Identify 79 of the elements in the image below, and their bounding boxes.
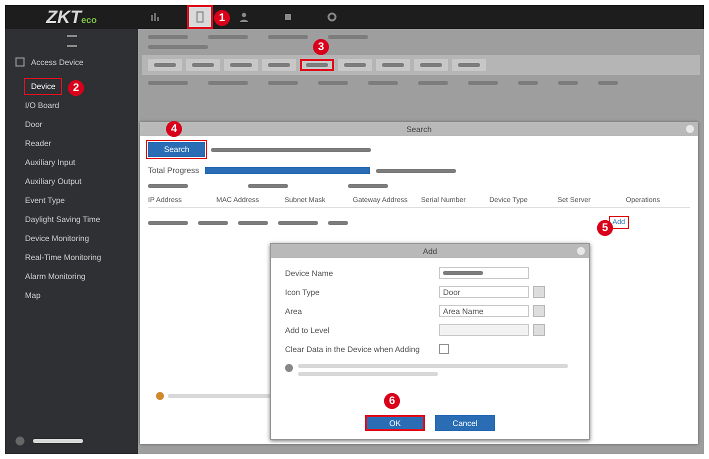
dropdown-icon[interactable] [533,286,545,298]
sidebar-section[interactable]: Access Device [31,58,84,66]
checkbox[interactable] [439,344,449,354]
search-button[interactable]: Search [148,142,206,157]
toolbar-button[interactable] [262,59,296,71]
sidebar-item[interactable]: Map [5,288,138,303]
people-icon [238,11,250,23]
dropdown-icon[interactable] [533,305,545,317]
blurred-text [418,81,448,85]
toolbar-button[interactable] [338,59,372,71]
info-icon [156,392,164,400]
door-icon [194,11,206,23]
warning-icon [285,364,293,372]
person-icon [15,436,25,446]
dialog-title: Search [406,124,432,134]
dialog-title: Add [422,246,438,256]
dialog-button[interactable]: Cancel [435,415,495,431]
dialog-button[interactable]: OK [365,415,425,431]
blurred-text [468,81,498,85]
field-label: Add to Level [285,326,330,334]
dropdown-icon[interactable] [533,324,545,336]
sidebar-item[interactable]: Auxiliary Input [5,155,138,170]
input-field[interactable] [439,267,529,279]
sidebar-item[interactable]: I/O Board [5,98,138,113]
sidebar-item[interactable]: Daylight Saving Time [5,212,138,227]
blurred-text [208,35,248,39]
blurred-text [148,81,188,85]
device-icon [15,57,25,67]
module-tab[interactable] [187,5,213,29]
field-label: Device Name [285,268,334,278]
chart-icon [150,11,162,23]
field-label: Area [285,306,303,316]
field-label: Clear Data in the Device when Adding [285,344,421,354]
field-label: Icon Type [285,288,321,296]
close-icon[interactable] [686,125,694,133]
sidebar-item[interactable]: Auxiliary Output [5,174,138,189]
blurred-text [348,184,388,188]
logo: ZKTeco [44,6,98,28]
blurred-text [148,35,188,39]
blurred-text [278,220,318,224]
blurred-text [268,81,298,85]
sidebar-item[interactable]: Device Monitoring [5,231,138,246]
toolbar-button[interactable] [186,59,220,71]
blurred-text [198,220,228,224]
collapse-icon[interactable] [66,35,76,47]
blurred-text [443,271,483,275]
progress-label: Total Progress [148,166,200,175]
blurred-text [148,220,188,224]
blurred-text [328,35,368,39]
square-icon [282,11,294,23]
toolbar-button[interactable] [414,59,448,71]
blurred-text [558,81,578,85]
toolbar-button[interactable] [224,59,258,71]
select-field[interactable]: Area Name [439,305,529,317]
blurred-text [598,81,618,85]
blurred-text [318,81,348,85]
close-icon[interactable] [577,247,585,255]
blurred-text [208,81,248,85]
toolbar-button[interactable] [148,59,182,71]
blurred-text [238,220,268,224]
sidebar-item[interactable]: Reader [5,136,138,151]
select-field[interactable]: Door [439,286,529,298]
blurred-text [248,184,288,188]
toolbar-button[interactable] [300,59,334,71]
toolbar-button[interactable] [376,59,410,71]
blurred-text [518,81,538,85]
blurred-text [33,439,83,443]
settings-icon [326,11,338,23]
sidebar-item[interactable]: Alarm Monitoring [5,269,138,284]
blurred-text [328,220,348,224]
sidebar-item[interactable]: Door [5,117,138,132]
toolbar-button[interactable] [452,59,486,71]
blurred-text [148,184,188,188]
sidebar-item[interactable]: Event Type [5,193,138,208]
sidebar-item[interactable]: Real-Time Monitoring [5,250,138,265]
blurred-text [148,45,208,49]
blurred-text [268,35,308,39]
sidebar-item[interactable]: Device [25,79,62,94]
blurred-text [368,81,398,85]
